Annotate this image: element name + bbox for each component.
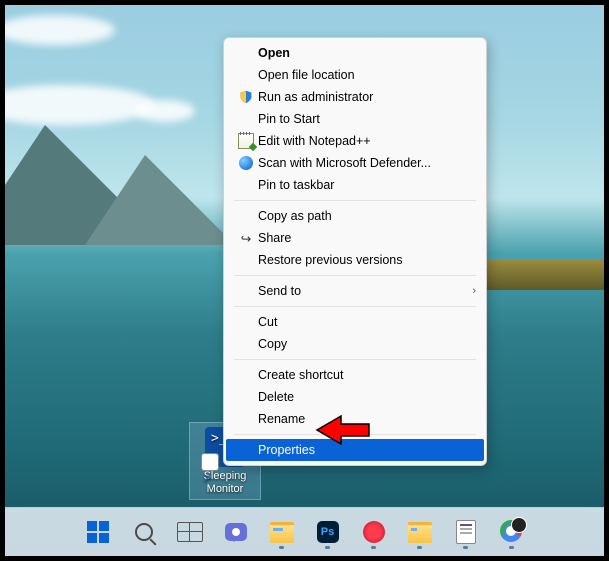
menu-item-label: Copy as path xyxy=(256,209,476,223)
menu-item-label: Open file location xyxy=(256,68,476,82)
menu-item-copy-as-path[interactable]: Copy as path xyxy=(226,205,484,227)
menu-item-open-file-location[interactable]: Open file location xyxy=(226,64,484,86)
folder2-icon xyxy=(408,522,432,543)
menu-item-copy[interactable]: Copy xyxy=(226,333,484,355)
menu-separator xyxy=(234,200,476,201)
menu-item-label: Send to xyxy=(256,284,472,298)
menu-item-scan-with-microsoft-defender[interactable]: Scan with Microsoft Defender... xyxy=(226,152,484,174)
shortcut-overlay-icon: ↗ xyxy=(201,472,213,484)
blank-icon xyxy=(236,367,256,383)
wallpaper-cloud xyxy=(5,15,115,45)
defender-icon xyxy=(236,155,256,171)
menu-item-label: Delete xyxy=(256,390,476,404)
menu-item-label: Scan with Microsoft Defender... xyxy=(256,156,476,170)
menu-item-label: Copy xyxy=(256,337,476,351)
desktop-frame: ↗ Sleeping Monitor OpenOpen file locatio… xyxy=(5,5,604,556)
menu-separator xyxy=(234,306,476,307)
blank-icon xyxy=(236,389,256,405)
chevron-right-icon: › xyxy=(472,285,476,297)
menu-item-label: Restore previous versions xyxy=(256,253,476,267)
opera-button[interactable] xyxy=(354,512,394,552)
menu-separator xyxy=(234,359,476,360)
menu-item-pin-to-taskbar[interactable]: Pin to taskbar xyxy=(226,174,484,196)
context-menu: Open Open file location Run as administrat… xyxy=(223,37,487,466)
menu-item-properties[interactable]: Properties xyxy=(226,439,484,461)
menu-item-delete[interactable]: Delete xyxy=(226,386,484,408)
menu-item-rename[interactable]: Rename xyxy=(226,408,484,430)
search-button[interactable] xyxy=(124,512,164,552)
menu-item-cut[interactable]: Cut xyxy=(226,311,484,333)
chrome-steam-icon xyxy=(500,520,524,544)
menu-item-run-as-administrator[interactable]: Run as administrator xyxy=(226,86,484,108)
chrome-button[interactable] xyxy=(492,512,532,552)
folder-pinned-button[interactable] xyxy=(400,512,440,552)
menu-item-label: Cut xyxy=(256,315,476,329)
blank-icon xyxy=(236,45,256,61)
menu-item-label: Share xyxy=(256,231,476,245)
photoshop-button[interactable]: Ps xyxy=(308,512,348,552)
notepad-icon xyxy=(236,133,256,149)
shield-icon xyxy=(236,89,256,105)
blank-icon xyxy=(236,314,256,330)
blank-icon xyxy=(236,67,256,83)
menu-separator xyxy=(234,434,476,435)
chat-icon xyxy=(225,523,247,541)
menu-item-label: Properties xyxy=(256,443,476,457)
menu-item-create-shortcut[interactable]: Create shortcut xyxy=(226,364,484,386)
blank-icon xyxy=(236,283,256,299)
chat-button[interactable] xyxy=(216,512,256,552)
search-icon xyxy=(135,523,153,541)
explorer-icon xyxy=(270,522,294,543)
menu-separator xyxy=(234,275,476,276)
wallpaper-cloud xyxy=(135,100,195,122)
taskview-icon xyxy=(177,522,203,542)
menu-item-pin-to-start[interactable]: Pin to Start xyxy=(226,108,484,130)
wallpaper-mountain xyxy=(85,155,235,245)
wallpaper-cloud xyxy=(5,85,155,125)
blank-icon xyxy=(236,252,256,268)
menu-item-label: Create shortcut xyxy=(256,368,476,382)
start-button[interactable] xyxy=(78,512,118,552)
menu-item-label: Rename xyxy=(256,412,476,426)
menu-item-share[interactable]: ↪Share xyxy=(226,227,484,249)
blank-icon xyxy=(236,111,256,127)
ps-icon: Ps xyxy=(317,521,339,543)
menu-item-label: Pin to taskbar xyxy=(256,178,476,192)
share-icon: ↪ xyxy=(236,230,256,246)
menu-item-label: Open xyxy=(256,46,476,60)
start-icon xyxy=(87,521,109,543)
blank-icon xyxy=(236,177,256,193)
blank-icon xyxy=(236,336,256,352)
task-view-button[interactable] xyxy=(170,512,210,552)
menu-item-label: Run as administrator xyxy=(256,90,476,104)
menu-item-label: Pin to Start xyxy=(256,112,476,126)
menu-item-label: Edit with Notepad++ xyxy=(256,134,476,148)
notepad-icon xyxy=(456,520,476,544)
menu-item-open[interactable]: Open xyxy=(226,42,484,64)
menu-item-edit-with-notepad[interactable]: Edit with Notepad++ xyxy=(226,130,484,152)
notepad-button[interactable] xyxy=(446,512,486,552)
opera-icon xyxy=(363,521,385,543)
menu-item-send-to[interactable]: Send to› xyxy=(226,280,484,302)
file-explorer-button[interactable] xyxy=(262,512,302,552)
menu-item-restore-previous-versions[interactable]: Restore previous versions xyxy=(226,249,484,271)
taskbar: Ps xyxy=(5,507,604,556)
blank-icon xyxy=(236,208,256,224)
blank-icon xyxy=(236,411,256,427)
blank-icon xyxy=(236,442,256,458)
